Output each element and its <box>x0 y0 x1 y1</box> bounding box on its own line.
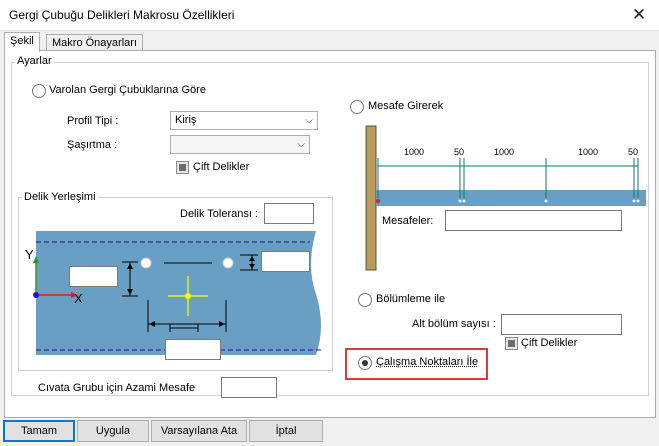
dim-label-1: 1000 <box>404 147 424 157</box>
radio-workpoints-label: Çalışma Noktaları İle <box>376 356 478 368</box>
stagger-label: Şaşırtma : <box>67 139 117 151</box>
stagger-select[interactable]: ⌵ <box>170 135 310 154</box>
double-holes-checkbox-2[interactable] <box>505 337 518 350</box>
settings-group-title: Ayarlar <box>15 55 54 67</box>
max-distance-label: Cıvata Grubu için Azami Mesafe <box>38 382 195 394</box>
radio-division-label: Bölümleme ile <box>376 293 445 305</box>
hole-placement-title: Delik Yerleşimi <box>22 191 98 203</box>
hole-right <box>223 258 233 268</box>
radio-existing-label: Varolan Gergi Çubuklarına Göre <box>49 84 206 96</box>
sub-division-input[interactable] <box>501 314 622 335</box>
title-bar: Gergi Çubuğu Delikleri Makrosu Özellikle… <box>0 0 659 30</box>
set-default-button[interactable]: Varsayılana Ata <box>151 420 247 442</box>
profile-type-select[interactable]: Kiriş ⌵ <box>170 111 318 130</box>
max-distance-input[interactable] <box>221 377 277 398</box>
ok-button[interactable]: Tamam <box>3 420 75 442</box>
tolerance-label: Delik Toleransı : <box>180 208 258 220</box>
profile-type-value: Kiriş <box>175 114 196 126</box>
hole-left <box>141 258 151 268</box>
close-icon[interactable]: ✕ <box>628 4 650 26</box>
tolerance-input[interactable] <box>264 203 314 224</box>
column-shape <box>366 126 376 270</box>
sub-division-label: Alt bölüm sayısı : <box>412 318 496 330</box>
apply-button[interactable]: Uygula <box>77 420 149 442</box>
axis-x-label: X <box>74 291 83 306</box>
profile-type-label: Profil Tipi : <box>67 115 118 127</box>
tab-sekil[interactable]: Şekil <box>4 32 40 52</box>
dim-label-5: 50 <box>628 147 638 157</box>
radio-distance-label: Mesafe Girerek <box>368 100 443 112</box>
chevron-down-icon: ⌵ <box>297 136 305 153</box>
chevron-down-icon: ⌵ <box>305 112 313 129</box>
dim-label-3: 1000 <box>494 147 514 157</box>
radio-existing[interactable] <box>32 84 46 98</box>
dim-label-2: 50 <box>454 147 464 157</box>
distances-label: Mesafeler: <box>382 215 433 227</box>
double-holes-checkbox[interactable] <box>176 161 189 174</box>
radio-distance[interactable] <box>350 100 364 114</box>
dim-label-4: 1000 <box>578 147 598 157</box>
distances-input[interactable] <box>445 210 622 231</box>
radio-division[interactable] <box>358 293 372 307</box>
horizontal-offset-input[interactable] <box>165 339 221 360</box>
vertical-offset-input[interactable] <box>261 251 310 272</box>
edge-offset-input[interactable] <box>69 266 118 287</box>
radio-workpoints[interactable] <box>358 356 372 370</box>
double-holes-label: Çift Delikler <box>193 161 249 173</box>
cancel-button[interactable]: İptal <box>249 420 323 442</box>
window-title: Gergi Çubuğu Delikleri Makrosu Özellikle… <box>9 8 234 22</box>
axis-y-label: Y <box>25 247 34 262</box>
beam-elevation <box>376 190 646 206</box>
double-holes-label-2: Çift Delikler <box>521 337 577 349</box>
